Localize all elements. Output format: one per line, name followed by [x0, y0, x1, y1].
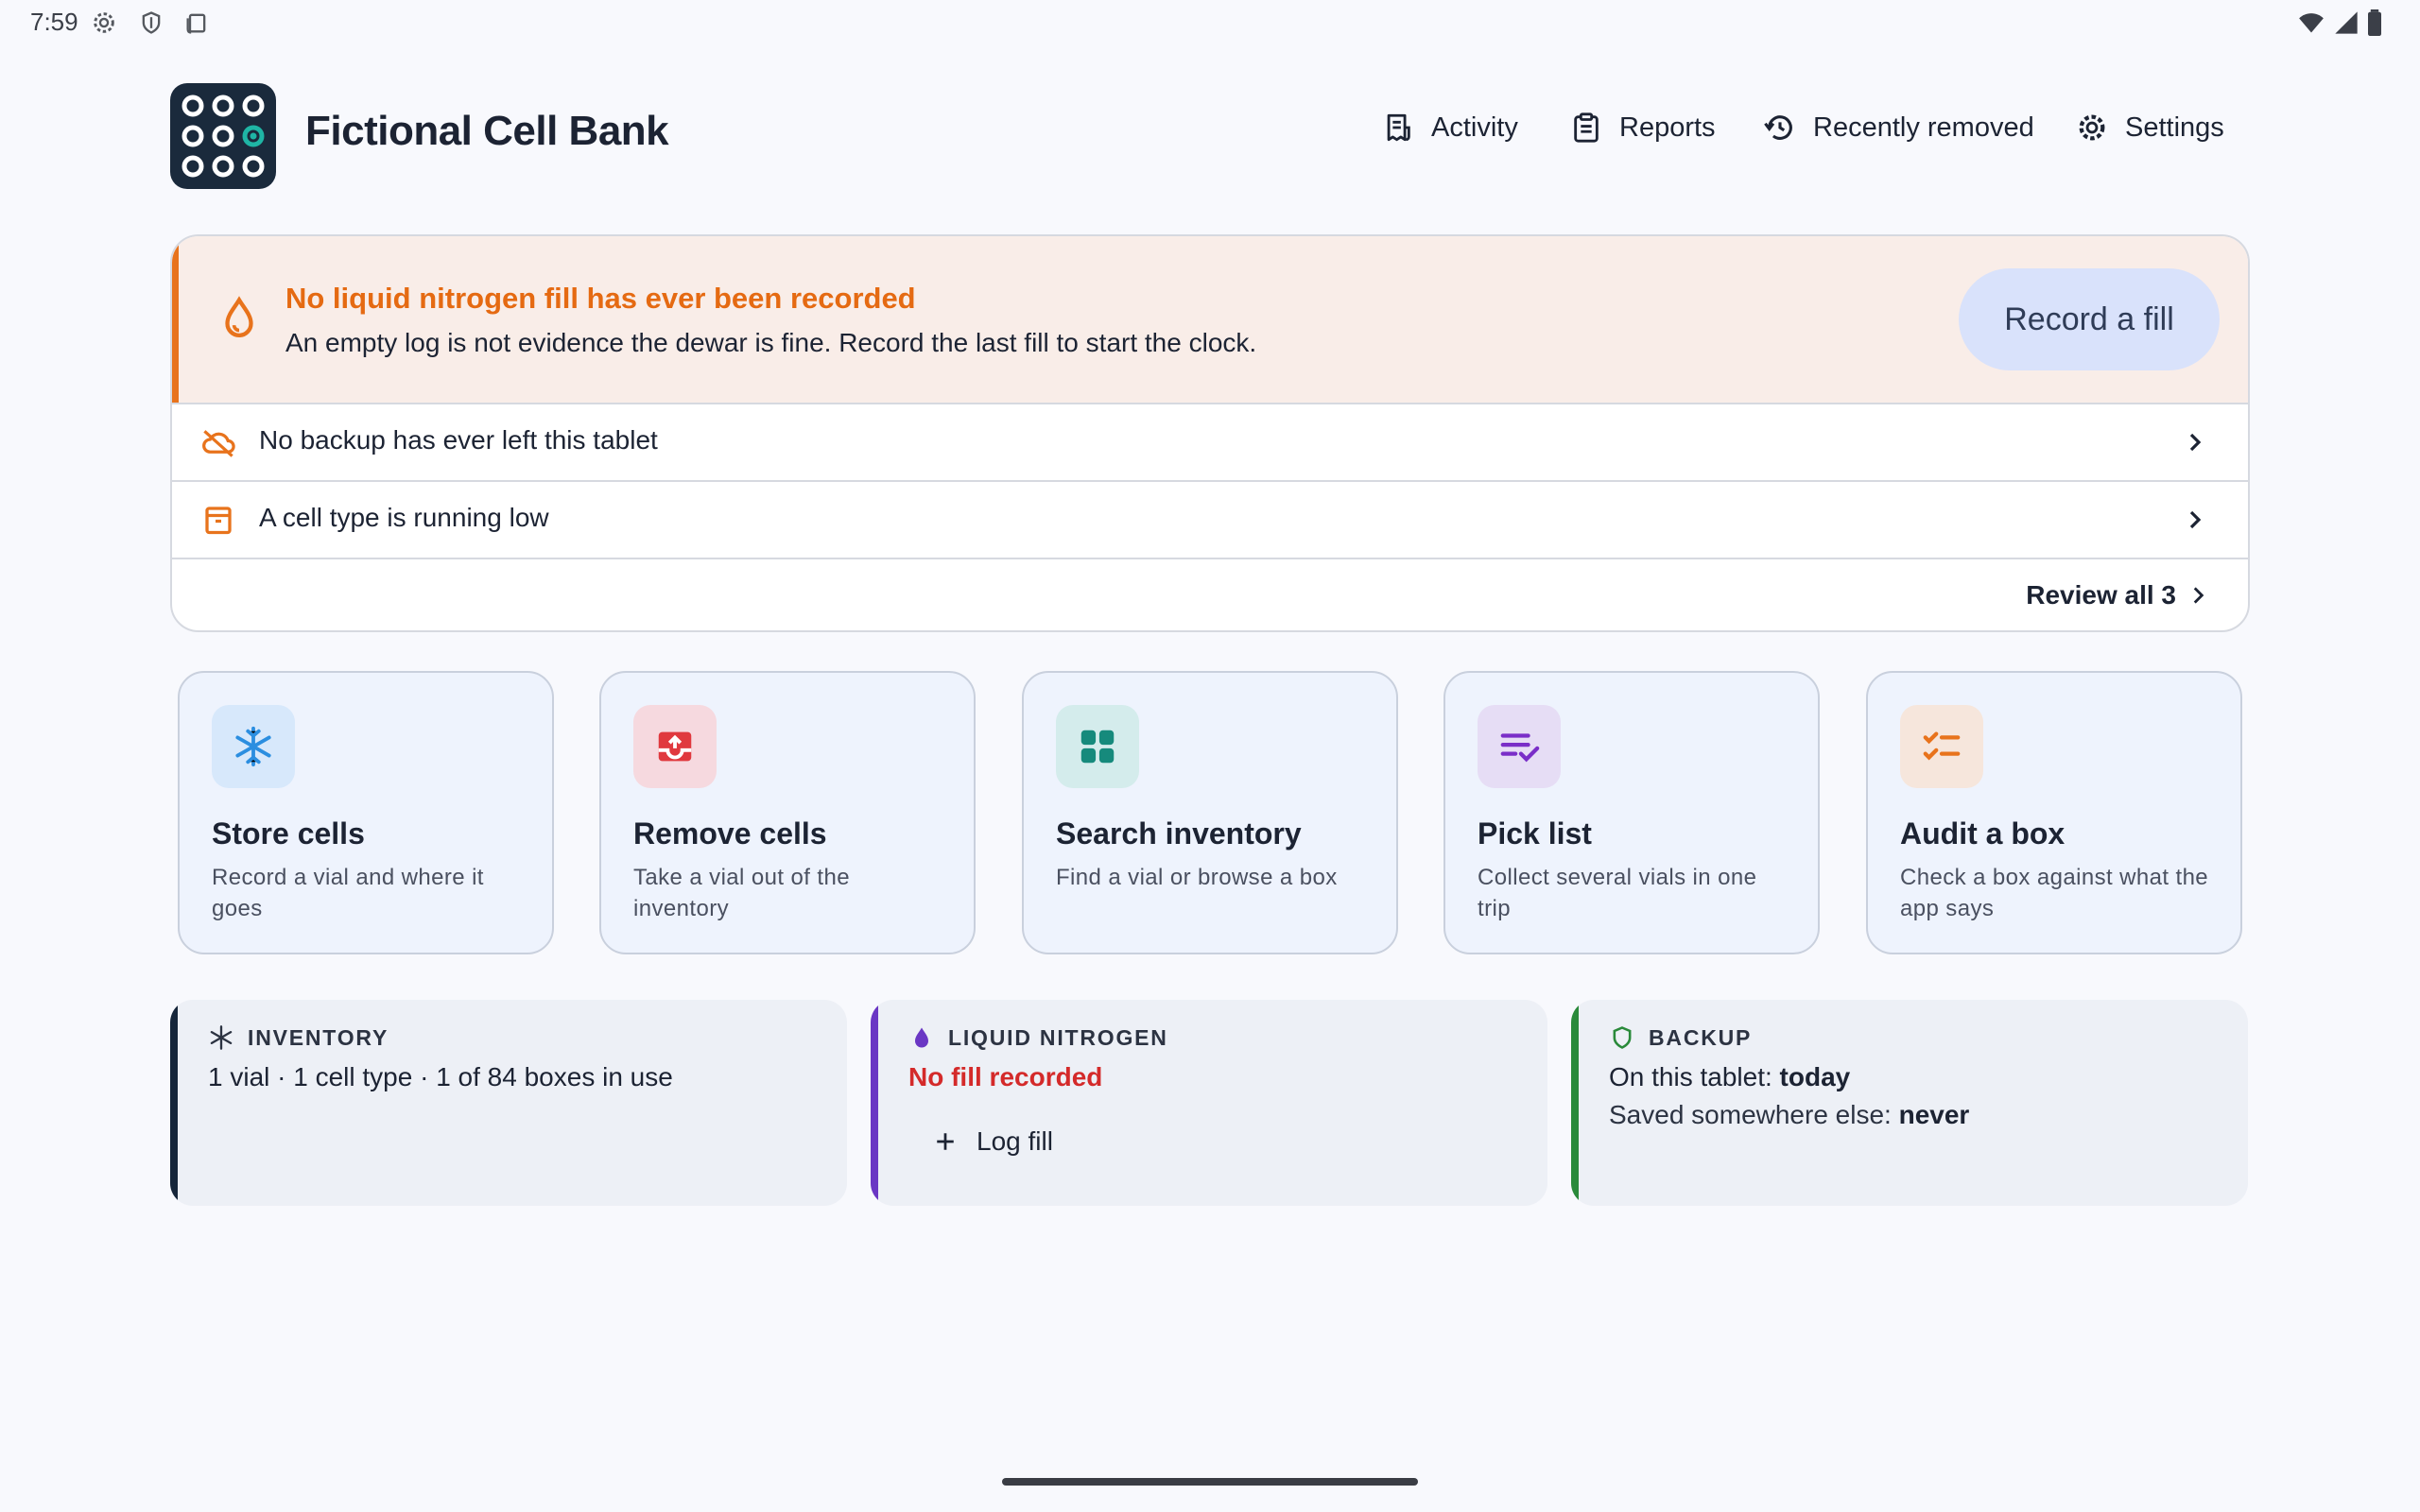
nitrogen-alert: No liquid nitrogen fill has ever been re… — [172, 236, 2248, 403]
alert-row-low-stock-label: A cell type is running low — [259, 503, 549, 532]
gear-icon — [2079, 114, 2105, 141]
nav-activity[interactable]: Activity — [1382, 112, 1518, 144]
tile-accent-bar — [170, 1000, 178, 1206]
app-logo — [170, 83, 276, 189]
cloud-off-icon — [202, 430, 235, 457]
receipt-icon — [1387, 113, 1410, 142]
screenshot-status-icon — [186, 13, 206, 34]
nav-recently-removed-label: Recently removed — [1813, 112, 2034, 143]
tray-out-icon — [658, 731, 692, 762]
tile-heading: LIQUID NITROGEN — [908, 1024, 1168, 1051]
record-fill-button[interactable]: Record a fill — [1959, 268, 2220, 370]
app-title: Fictional Cell Bank — [305, 108, 669, 154]
inventory-summary: 1 vial · 1 cell type · 1 of 84 boxes in … — [208, 1062, 673, 1091]
card-description: Check a box against what the app says — [1900, 865, 2209, 921]
status-right-icons — [2297, 9, 2382, 36]
pick-list-icon-tile — [1478, 705, 1561, 788]
nav-activity-label: Activity — [1431, 112, 1518, 143]
card-description: Take a vial out of the inventory — [633, 865, 850, 921]
tile-heading: INVENTORY — [208, 1024, 389, 1051]
inventory-tile[interactable]: INVENTORY 1 vial · 1 cell type · 1 of 84… — [170, 1000, 847, 1206]
checklist-icon — [1500, 733, 1540, 763]
remove-cells-card[interactable]: Remove cells Take a vial out of the inve… — [599, 671, 976, 954]
chevron-right-icon — [2189, 510, 2202, 529]
store-cells-card[interactable]: Store cells Record a vial and where it g… — [178, 671, 554, 954]
battery-icon — [2368, 9, 2381, 36]
liquid-nitrogen-tile[interactable]: LIQUID NITROGEN No fill recorded Log fil… — [871, 1000, 1547, 1206]
search-inventory-card[interactable]: Search inventory Find a vial or browse a… — [1022, 671, 1398, 954]
backup-tablet-line: On this tablet: today — [1609, 1062, 1850, 1092]
wifi-icon — [2299, 13, 2324, 33]
search-inventory-icon-tile — [1056, 705, 1139, 788]
alert-title: No liquid nitrogen fill has ever been re… — [285, 282, 916, 315]
card-description: Record a vial and where it goes — [212, 865, 484, 921]
alert-body: An empty log is not evidence the dewar i… — [285, 328, 1257, 357]
shield-icon — [1613, 1026, 1632, 1049]
alert-row-low-stock[interactable]: A cell type is running low — [172, 480, 2248, 556]
clipboard-icon — [1574, 112, 1599, 143]
backup-tablet-value: today — [1779, 1062, 1851, 1091]
inventory-heading: INVENTORY — [248, 1024, 389, 1050]
alerts-panel: No liquid nitrogen fill has ever been re… — [170, 234, 2250, 632]
water-drop-icon — [225, 296, 253, 337]
tile-accent-bar — [871, 1000, 878, 1206]
remove-cells-icon-tile — [633, 705, 717, 788]
alert-row-backup[interactable]: No backup has ever left this tablet — [172, 403, 2248, 478]
plus-icon — [937, 1133, 954, 1150]
home-indicator[interactable] — [1002, 1478, 1418, 1486]
card-title: Search inventory — [1056, 816, 1302, 850]
backup-else-value: never — [1898, 1100, 1970, 1129]
card-title: Pick list — [1478, 816, 1592, 850]
review-all-link[interactable]: Review all 3 — [2026, 580, 2210, 610]
pick-list-card[interactable]: Pick list Collect several vials in one t… — [1443, 671, 1820, 954]
water-drop-icon — [915, 1027, 928, 1048]
log-fill-button[interactable]: Log fill — [931, 1126, 1053, 1157]
alert-row-backup-label: No backup has ever left this tablet — [259, 425, 658, 455]
audit-box-card[interactable]: Audit a box Check a box against what the… — [1866, 671, 2242, 954]
grid-icon — [1080, 730, 1115, 764]
card-title: Store cells — [212, 816, 365, 850]
nitrogen-heading: LIQUID NITROGEN — [948, 1024, 1168, 1050]
tile-heading: BACKUP — [1609, 1024, 1752, 1051]
tile-accent-bar — [1571, 1000, 1579, 1206]
signal-icon — [2335, 11, 2358, 34]
audit-list-icon — [1923, 731, 1961, 761]
card-description: Collect several vials in one trip — [1478, 865, 1757, 921]
nav-settings[interactable]: Settings — [2076, 112, 2224, 144]
chevron-right-icon — [2193, 587, 2204, 604]
history-icon — [1764, 115, 1792, 140]
backup-tablet-label: On this tablet: — [1609, 1062, 1780, 1091]
nav-settings-label: Settings — [2125, 112, 2224, 143]
nitrogen-status: No fill recorded — [908, 1062, 1103, 1091]
card-description: Find a vial or browse a box — [1056, 865, 1338, 890]
backup-else-label: Saved somewhere else: — [1609, 1100, 1899, 1129]
card-title: Remove cells — [633, 816, 827, 850]
audit-box-icon-tile — [1900, 705, 1983, 788]
backup-else-line: Saved somewhere else: never — [1609, 1100, 1969, 1130]
review-all-label: Review all 3 — [2026, 580, 2176, 610]
settings-status-icon — [94, 12, 114, 33]
status-bar: 7:59 — [0, 0, 2420, 45]
card-title: Audit a box — [1900, 816, 2066, 850]
nav-reports-label: Reports — [1619, 112, 1716, 143]
snowflake-icon — [210, 1025, 233, 1050]
store-cells-icon-tile — [212, 705, 295, 788]
nav-recently-removed[interactable]: Recently removed — [1764, 112, 2034, 144]
shield-status-icon — [142, 11, 161, 34]
status-time: 7:59 — [30, 8, 78, 36]
backup-tile[interactable]: BACKUP On this tablet: today Saved somew… — [1571, 1000, 2248, 1206]
backup-heading: BACKUP — [1649, 1024, 1753, 1050]
chevron-right-icon — [2189, 433, 2202, 452]
archive-icon — [205, 507, 232, 535]
log-fill-label: Log fill — [977, 1126, 1053, 1156]
snowflake-icon — [235, 726, 271, 767]
nav-reports[interactable]: Reports — [1570, 112, 1716, 144]
alert-footer — [172, 558, 2248, 630]
